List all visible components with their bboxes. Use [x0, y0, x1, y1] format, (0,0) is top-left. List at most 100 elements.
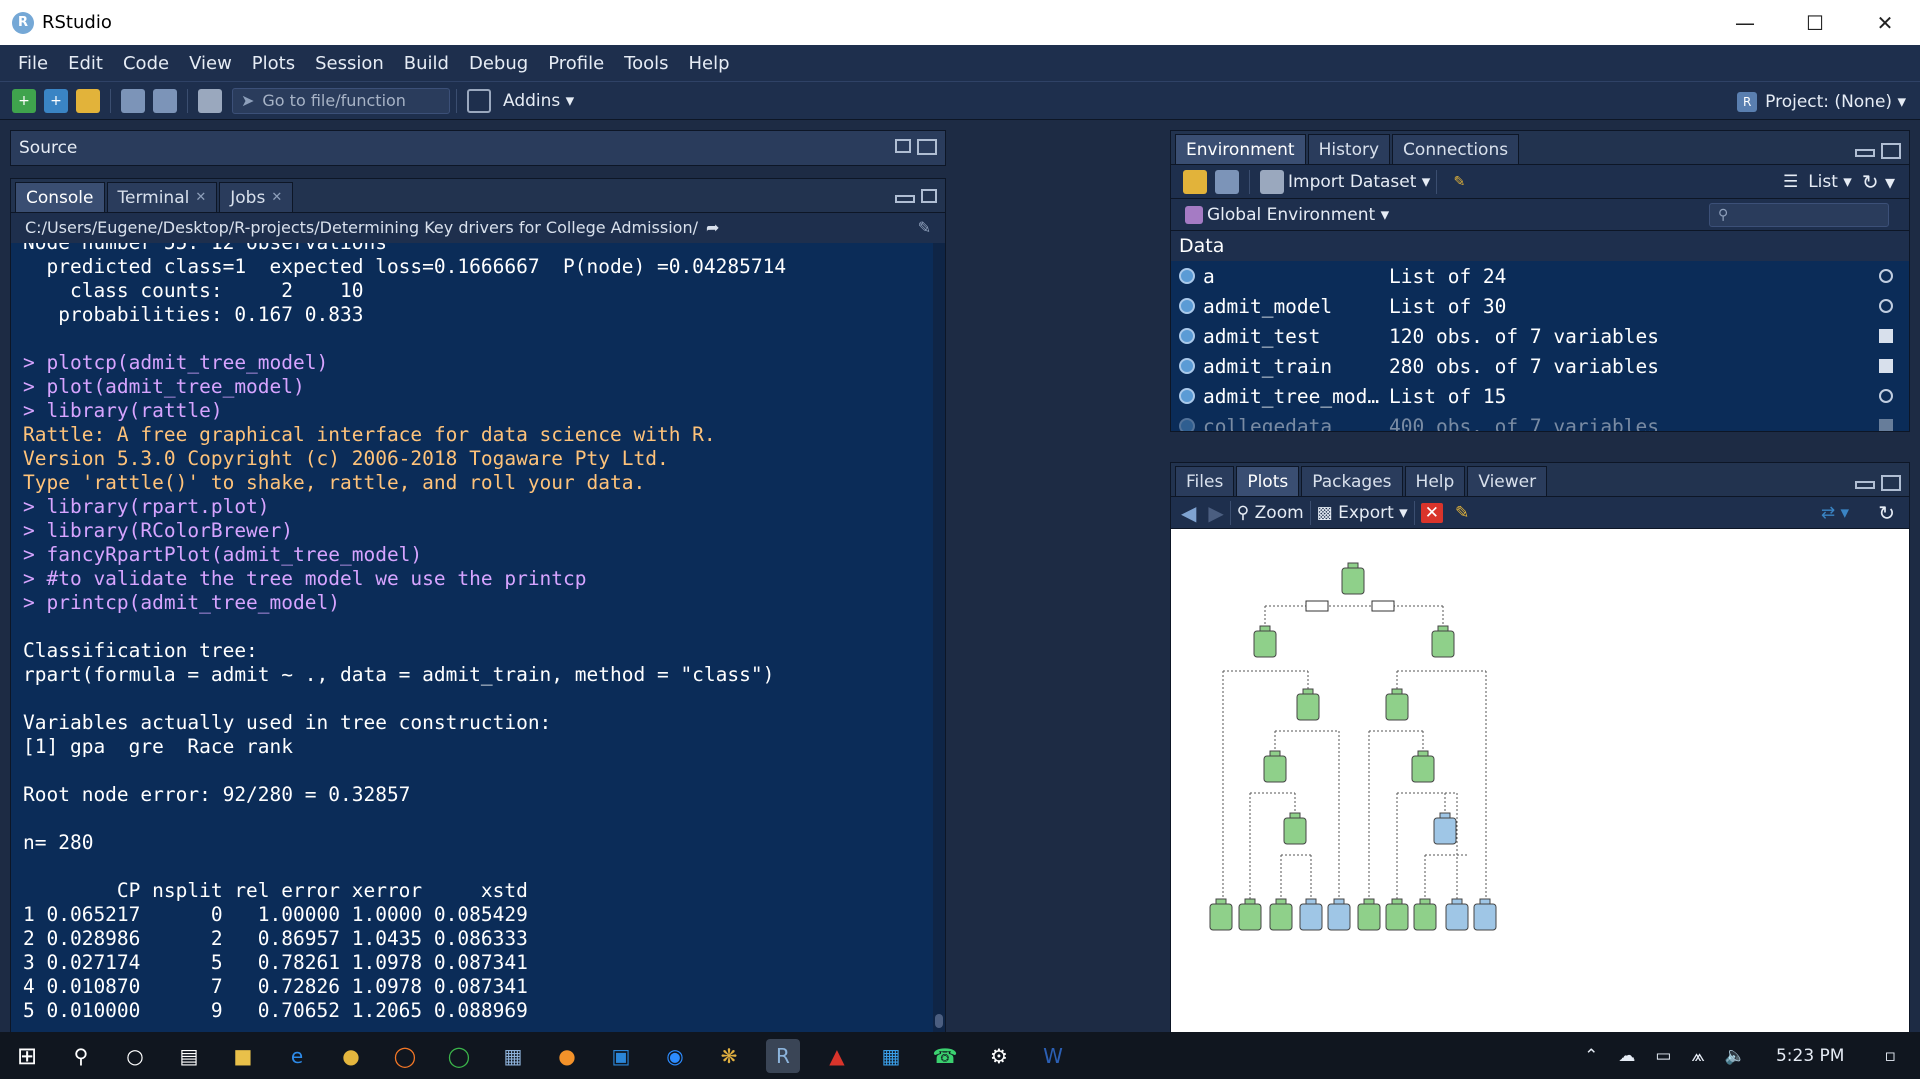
previous-plot-icon[interactable]: ◀ — [1181, 501, 1196, 525]
environment-row[interactable]: admit_train 280 obs. of 7 variables — [1171, 351, 1909, 381]
menu-help[interactable]: Help — [689, 53, 730, 74]
cortana-icon[interactable]: ○ — [118, 1039, 152, 1073]
next-plot-icon[interactable]: ▶ — [1208, 501, 1223, 525]
pane-layout-icon[interactable] — [467, 88, 491, 113]
maximize-pane-icon[interactable] — [1881, 475, 1901, 491]
acrobat-icon[interactable]: ▲ — [820, 1039, 854, 1073]
console-scrollbar[interactable] — [933, 243, 945, 1032]
print-icon[interactable] — [198, 88, 222, 113]
load-workspace-icon[interactable] — [1183, 169, 1207, 194]
tab-files[interactable]: Files — [1175, 466, 1235, 496]
environment-scope-select[interactable]: Global Environment ▾ — [1207, 205, 1389, 225]
view-object-icon[interactable] — [1879, 299, 1893, 313]
menu-code[interactable]: Code — [123, 53, 169, 74]
close-tab-icon[interactable]: ✕ — [271, 190, 282, 205]
vlc-icon[interactable]: ● — [550, 1039, 584, 1073]
notification-icon[interactable]: ▫ — [1884, 1046, 1896, 1066]
environment-row[interactable]: collegedata 400 obs. of 7 variables — [1171, 411, 1909, 431]
battery-icon[interactable]: ▭ — [1655, 1046, 1671, 1066]
project-menu[interactable]: R Project: (None) ▾ — [1737, 82, 1906, 121]
windows-start-icon[interactable]: ⊞ — [10, 1039, 44, 1073]
whatsapp-icon[interactable]: ☎ — [928, 1039, 962, 1073]
tab-connections[interactable]: Connections — [1392, 134, 1520, 164]
menu-plots[interactable]: Plots — [252, 53, 295, 74]
word-icon[interactable]: W — [1036, 1039, 1070, 1073]
onedrive-icon[interactable]: ☁ — [1618, 1046, 1635, 1066]
menu-file[interactable]: File — [18, 53, 48, 74]
tab-help[interactable]: Help — [1404, 466, 1466, 496]
close-icon[interactable]: ✕ — [1850, 0, 1920, 45]
refresh-icon[interactable]: ↻ ▾ — [1862, 170, 1895, 194]
slack-icon[interactable]: ❋ — [712, 1039, 746, 1073]
tab-viewer[interactable]: Viewer — [1467, 466, 1548, 496]
view-data-icon[interactable] — [1879, 359, 1893, 373]
clear-plots-broom-icon[interactable]: ✎ — [1455, 503, 1469, 523]
minimize-pane-icon[interactable] — [895, 195, 915, 203]
restore-pane-icon[interactable] — [921, 189, 937, 203]
maximize-icon[interactable]: ☐ — [1780, 0, 1850, 45]
maximize-pane-icon[interactable] — [1881, 143, 1901, 159]
tab-console[interactable]: Console — [15, 182, 105, 212]
new-project-icon[interactable]: + — [44, 88, 68, 113]
photos-icon[interactable]: ▦ — [874, 1039, 908, 1073]
menu-tools[interactable]: Tools — [624, 53, 668, 74]
console-output[interactable]: Node number 55: 12 observations predicte… — [11, 243, 935, 1032]
search-icon[interactable]: ⚲ — [64, 1039, 98, 1073]
environment-row[interactable]: admit_test 120 obs. of 7 variables — [1171, 321, 1909, 351]
publish-icon[interactable]: ⇄ ▾ — [1821, 503, 1849, 523]
view-mode-select[interactable]: List ▾ — [1808, 172, 1852, 192]
environment-row[interactable]: admit_model List of 30 — [1171, 291, 1909, 321]
clear-console-icon[interactable]: ✎ — [918, 218, 931, 237]
broom-icon[interactable]: ✎ — [1447, 170, 1471, 194]
taskbar-clock[interactable]: 5:23 PM — [1776, 1046, 1845, 1066]
show-hidden-icons-icon[interactable]: ⌃ — [1584, 1046, 1598, 1066]
environment-search-input[interactable]: ⚲ — [1709, 203, 1889, 227]
environment-row[interactable]: admit_tree_mod… List of 15 — [1171, 381, 1909, 411]
console-scrollbar-thumb[interactable] — [935, 1014, 943, 1028]
expand-object-icon[interactable] — [1179, 388, 1195, 404]
expand-object-icon[interactable] — [1179, 268, 1195, 284]
view-data-icon[interactable] — [1879, 419, 1893, 431]
save-workspace-icon[interactable] — [1215, 169, 1239, 194]
menu-session[interactable]: Session — [315, 53, 384, 74]
save-all-icon[interactable] — [153, 88, 177, 113]
jupyter-icon[interactable]: ◯ — [388, 1039, 422, 1073]
expand-object-icon[interactable] — [1179, 418, 1195, 431]
menu-view[interactable]: View — [189, 53, 232, 74]
maximize-pane-icon[interactable] — [917, 139, 937, 155]
open-folder-icon[interactable] — [76, 88, 100, 113]
environment-row[interactable]: a List of 24 — [1171, 261, 1909, 291]
file-explorer-icon[interactable]: ■ — [226, 1039, 260, 1073]
tab-jobs[interactable]: Jobs ✕ — [219, 182, 294, 212]
tab-history[interactable]: History — [1307, 134, 1391, 164]
tab-packages[interactable]: Packages — [1301, 466, 1403, 496]
new-file-icon[interactable]: + — [12, 88, 36, 113]
import-dataset-button[interactable]: Import Dataset ▾ — [1288, 172, 1430, 192]
trello-icon[interactable]: ▣ — [604, 1039, 638, 1073]
go-to-directory-icon[interactable]: ➦ — [706, 218, 719, 237]
tableau-icon[interactable]: ▦ — [496, 1039, 530, 1073]
settings-gear-icon[interactable]: ⚙ — [982, 1039, 1016, 1073]
menu-edit[interactable]: Edit — [68, 53, 103, 74]
export-button[interactable]: ▩ Export ▾ — [1317, 503, 1408, 523]
refresh-plot-icon[interactable]: ↻ — [1878, 501, 1895, 525]
minimize-pane-icon[interactable] — [1855, 149, 1875, 157]
task-view-icon[interactable]: ▤ — [172, 1039, 206, 1073]
remove-plot-icon[interactable]: ✕ — [1420, 502, 1443, 523]
tab-terminal[interactable]: Terminal ✕ — [106, 182, 218, 212]
minimize-icon[interactable]: — — [1710, 0, 1780, 45]
menu-profile[interactable]: Profile — [548, 53, 604, 74]
expand-object-icon[interactable] — [1179, 328, 1195, 344]
addins-menu[interactable]: Addins ▾ — [503, 91, 574, 111]
tab-environment[interactable]: Environment — [1175, 134, 1306, 164]
zoom-button[interactable]: ⚲ Zoom — [1237, 503, 1304, 523]
expand-object-icon[interactable] — [1179, 358, 1195, 374]
view-object-icon[interactable] — [1879, 389, 1893, 403]
restore-pane-icon[interactable] — [895, 139, 911, 153]
menu-debug[interactable]: Debug — [469, 53, 528, 74]
sync-app-icon[interactable]: ◯ — [442, 1039, 476, 1073]
go-to-file-input[interactable]: ➤ Go to file/function — [232, 87, 450, 114]
wifi-icon[interactable]: ⩕ — [1691, 1046, 1704, 1066]
minimize-pane-icon[interactable] — [1855, 481, 1875, 489]
expand-object-icon[interactable] — [1179, 298, 1195, 314]
